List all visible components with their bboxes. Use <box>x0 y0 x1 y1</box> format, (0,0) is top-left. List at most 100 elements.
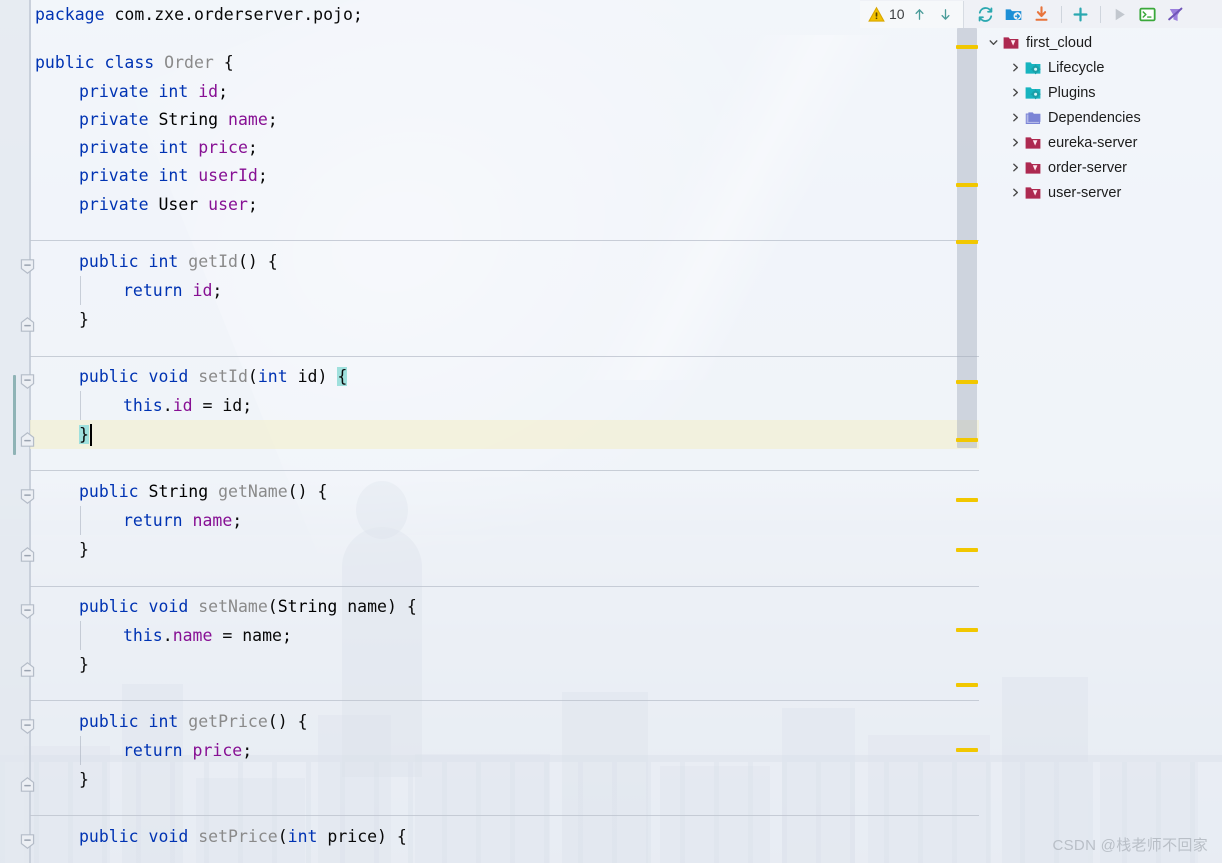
warning-marker[interactable] <box>956 683 978 687</box>
code-token: return <box>123 511 193 530</box>
code-token: ) <box>317 367 338 386</box>
code-token: { <box>213 53 234 72</box>
code-line[interactable]: private int price; <box>79 133 258 162</box>
code-line[interactable]: private User user; <box>79 190 258 219</box>
code-token: ( <box>277 827 288 846</box>
code-token: ; <box>218 82 229 101</box>
code-token: () { <box>237 252 278 271</box>
code-token: name <box>228 110 268 129</box>
toggle-skip-tests-button[interactable] <box>1162 1 1190 27</box>
code-token: private <box>79 195 159 214</box>
warning-marker[interactable] <box>956 45 978 49</box>
scrollbar-thumb[interactable] <box>957 28 977 448</box>
warning-marker[interactable] <box>956 438 978 442</box>
code-token: private <box>79 82 159 101</box>
maven-project-tree[interactable]: first_cloud Lifecycle Plugins Dependencies e… <box>979 28 1222 205</box>
code-line[interactable]: private int id; <box>79 77 228 106</box>
watermark: CSDN @栈老师不回家 <box>1052 837 1208 854</box>
tree-node-label: Dependencies <box>1048 109 1141 126</box>
chevron-right-icon[interactable] <box>1007 135 1023 151</box>
warning-marker[interactable] <box>956 628 978 632</box>
code-token: public class <box>35 53 165 72</box>
tree-node-dependencies[interactable]: Dependencies <box>979 105 1222 130</box>
warning-marker[interactable] <box>956 498 978 502</box>
expand-button[interactable] <box>1067 1 1095 27</box>
code-line[interactable]: } <box>79 420 89 449</box>
tree-node-eureka-server[interactable]: eureka-server <box>979 130 1222 155</box>
plugins-icon <box>1023 85 1043 101</box>
code-line[interactable]: this.name = name; <box>123 621 292 650</box>
code-token: { <box>337 367 348 386</box>
code-line[interactable]: public class Order { <box>35 48 234 77</box>
code-token: id <box>297 367 318 386</box>
add-maven-project-button[interactable] <box>1000 1 1028 27</box>
code-token: name <box>192 511 233 530</box>
code-token: () { <box>267 712 308 731</box>
inspection-widget[interactable]: 10 <box>860 0 964 28</box>
code-token: return <box>123 281 193 300</box>
tree-node-first-cloud[interactable]: first_cloud <box>979 30 1222 55</box>
chevron-right-icon[interactable] <box>1007 60 1023 76</box>
current-method-bar <box>13 375 16 455</box>
code-line[interactable]: return price; <box>123 736 252 765</box>
indent-guide <box>80 276 81 305</box>
code-token: id <box>192 281 213 300</box>
text-caret <box>90 424 92 446</box>
code-line[interactable]: public int getPrice() { <box>79 707 308 736</box>
run-button[interactable] <box>1106 1 1134 27</box>
code-line[interactable]: } <box>79 765 89 794</box>
code-token: User <box>158 195 209 214</box>
warning-marker[interactable] <box>956 748 978 752</box>
code-line[interactable]: this.id = id; <box>123 391 252 420</box>
code-token: public int <box>79 712 189 731</box>
code-line[interactable]: return id; <box>123 276 222 305</box>
code-token: name <box>172 626 213 645</box>
download-sources-button[interactable] <box>1028 1 1056 27</box>
code-token: this <box>123 626 163 645</box>
chevron-right-icon[interactable] <box>1007 110 1023 126</box>
tree-node-plugins[interactable]: Plugins <box>979 80 1222 105</box>
code-token: ( <box>247 367 258 386</box>
code-line[interactable]: } <box>79 305 89 334</box>
maven-tool-window[interactable]: first_cloud Lifecycle Plugins Dependencies e… <box>979 28 1222 863</box>
code-line[interactable]: public void setName(String name) { <box>79 592 417 621</box>
warning-marker[interactable] <box>956 240 978 244</box>
code-token: this <box>123 396 163 415</box>
code-token: id <box>172 396 193 415</box>
code-line[interactable]: public String getName() { <box>79 477 327 506</box>
code-token: int <box>158 82 199 101</box>
chevron-right-icon[interactable] <box>1007 185 1023 201</box>
tree-node-lifecycle[interactable]: Lifecycle <box>979 55 1222 80</box>
code-token: ; <box>212 281 223 300</box>
tree-node-order-server[interactable]: order-server <box>979 155 1222 180</box>
execute-goal-button[interactable] <box>1134 1 1162 27</box>
code-token: String <box>148 482 219 501</box>
code-line[interactable]: return name; <box>123 506 242 535</box>
chevron-down-icon[interactable] <box>985 35 1001 51</box>
previous-problem-button[interactable] <box>909 3 931 25</box>
code-token: } <box>79 770 89 789</box>
code-line[interactable]: public void setPrice(int price) { <box>79 822 407 851</box>
code-editor[interactable]: package com.zxe.orderserver.pojo; public … <box>0 0 979 863</box>
code-line[interactable]: public int getId() { <box>79 247 278 276</box>
code-line[interactable]: package com.zxe.orderserver.pojo; <box>35 0 363 29</box>
next-problem-button[interactable] <box>935 3 957 25</box>
code-line[interactable]: } <box>79 535 89 564</box>
code-text-layer[interactable]: package com.zxe.orderserver.pojo; public … <box>30 0 979 863</box>
code-line[interactable]: private String name; <box>79 105 278 134</box>
warning-marker[interactable] <box>956 183 978 187</box>
editor-scrollbar-markers[interactable] <box>955 28 979 863</box>
code-token: userId <box>198 166 258 185</box>
warning-marker[interactable] <box>956 380 978 384</box>
chevron-right-icon[interactable] <box>1007 160 1023 176</box>
chevron-right-icon[interactable] <box>1007 85 1023 101</box>
warning-marker[interactable] <box>956 548 978 552</box>
code-line[interactable]: public void setId(int id) { <box>79 362 348 391</box>
code-line[interactable]: } <box>79 650 89 679</box>
code-token: getId <box>188 252 238 271</box>
reload-all-maven-projects-button[interactable] <box>972 1 1000 27</box>
code-line[interactable]: private int userId; <box>79 161 268 190</box>
tree-node-user-server[interactable]: user-server <box>979 180 1222 205</box>
code-token: ; <box>247 138 258 157</box>
indent-guide <box>80 736 81 765</box>
